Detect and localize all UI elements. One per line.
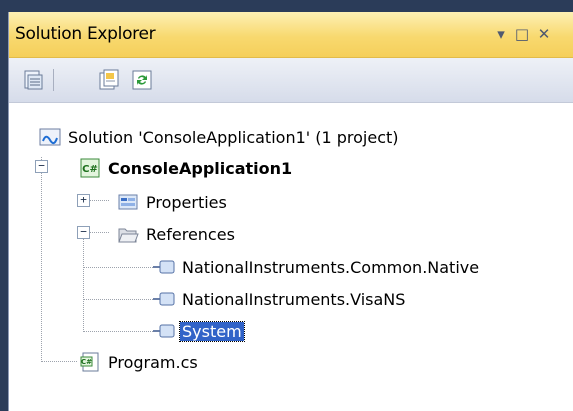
properties-icon[interactable] bbox=[21, 68, 45, 92]
solution-icon bbox=[39, 128, 61, 146]
svg-text:C#: C# bbox=[81, 358, 92, 366]
reference-icon bbox=[153, 324, 175, 338]
show-all-files-icon[interactable] bbox=[97, 68, 121, 92]
tree-connector bbox=[89, 200, 109, 201]
open-folder-icon bbox=[118, 228, 139, 243]
program-label: Program.cs bbox=[108, 352, 198, 372]
tree-item-reference-selected[interactable]: System bbox=[153, 318, 245, 344]
toolbar bbox=[9, 58, 573, 103]
references-label: References bbox=[146, 224, 235, 244]
solution-label: Solution 'ConsoleApplication1' (1 projec… bbox=[68, 127, 399, 147]
properties-label: Properties bbox=[146, 192, 227, 212]
tree-item-solution[interactable]: Solution 'ConsoleApplication1' (1 projec… bbox=[39, 124, 401, 150]
tree-item-reference[interactable]: NationalInstruments.Common.Native bbox=[153, 254, 481, 280]
csharp-project-icon: C# bbox=[80, 158, 100, 178]
refresh-icon[interactable] bbox=[130, 68, 154, 92]
maximize-icon[interactable]: □ bbox=[511, 22, 533, 46]
tree-item-references[interactable]: References bbox=[117, 221, 237, 247]
tree-item-program[interactable]: C# Program.cs bbox=[79, 349, 200, 375]
tree-connector bbox=[83, 226, 84, 332]
reference-icon bbox=[153, 292, 175, 306]
csharp-file-icon: C# bbox=[80, 352, 99, 372]
panel-title: Solution Explorer bbox=[15, 24, 156, 44]
window-position-dropdown-icon[interactable]: ▾ bbox=[490, 22, 512, 46]
tree-connector bbox=[83, 331, 153, 332]
tree-connector bbox=[83, 299, 153, 300]
solution-tree: Solution 'ConsoleApplication1' (1 projec… bbox=[9, 103, 573, 403]
close-icon[interactable]: ✕ bbox=[533, 22, 555, 46]
collapse-project-toggle[interactable]: − bbox=[35, 160, 48, 173]
toolbar-separator bbox=[53, 69, 54, 91]
tree-connector bbox=[41, 157, 42, 362]
tree-item-properties[interactable]: Properties bbox=[117, 189, 229, 215]
tree-item-project[interactable]: C# ConsoleApplication1 bbox=[79, 155, 294, 181]
expand-properties-toggle[interactable]: + bbox=[77, 194, 90, 207]
properties-folder-icon bbox=[118, 194, 138, 210]
reference-label: System bbox=[179, 320, 245, 342]
reference-label: NationalInstruments.Common.Native bbox=[182, 257, 480, 277]
tree-connector bbox=[41, 361, 77, 362]
tree-item-reference[interactable]: NationalInstruments.VisaNS bbox=[153, 286, 407, 312]
reference-label: NationalInstruments.VisaNS bbox=[182, 289, 406, 309]
reference-icon bbox=[153, 260, 175, 274]
tree-connector bbox=[89, 232, 109, 233]
svg-text:C#: C# bbox=[82, 164, 98, 175]
title-bar: Solution Explorer ▾ □ ✕ bbox=[9, 12, 573, 58]
tree-connector bbox=[83, 267, 153, 268]
project-label: ConsoleApplication1 bbox=[108, 158, 293, 178]
collapse-references-toggle[interactable]: − bbox=[77, 226, 90, 239]
solution-explorer-window: Solution Explorer ▾ □ ✕ Solution 'Consol… bbox=[8, 12, 573, 411]
